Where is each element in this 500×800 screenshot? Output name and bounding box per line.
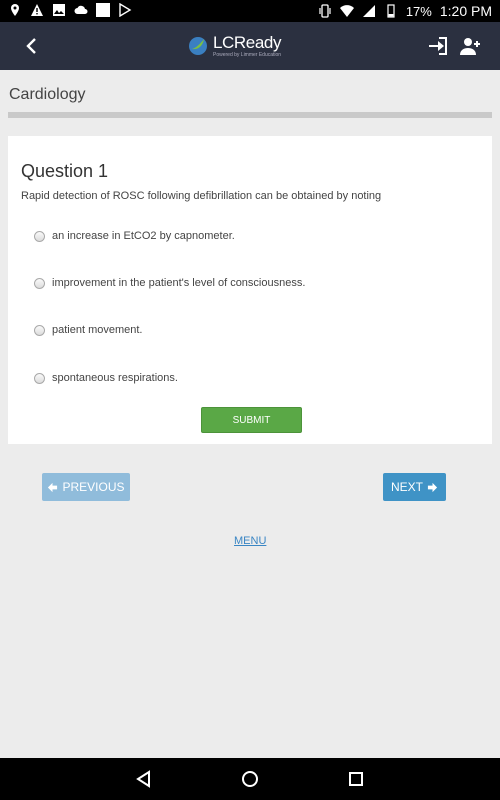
clock: 1:20 PM xyxy=(439,3,492,19)
app-logo: LCReady Powered by Limmer Education xyxy=(188,34,281,58)
next-button[interactable]: NEXT xyxy=(383,473,446,501)
answer-option-2[interactable]: improvement in the patient's level of co… xyxy=(34,277,305,289)
next-label: NEXT xyxy=(390,480,423,494)
cloud-icon xyxy=(74,5,88,14)
question-text: Rapid detection of ROSC following defibr… xyxy=(21,190,382,202)
wifi-icon xyxy=(339,5,354,17)
answer-option-1[interactable]: an increase in EtCO2 by capnometer. xyxy=(34,230,235,242)
nav-home-icon[interactable] xyxy=(241,770,259,788)
image-icon xyxy=(53,4,65,16)
back-arrow-icon[interactable] xyxy=(20,34,44,58)
signal-icon xyxy=(362,5,375,17)
radio-button[interactable] xyxy=(34,324,45,336)
battery-percent: 17% xyxy=(405,3,432,19)
warning-icon xyxy=(31,4,43,16)
menu-link[interactable]: MENU xyxy=(234,535,266,547)
location-pin-icon xyxy=(11,4,19,16)
answer-label: an increase in EtCO2 by capnometer. xyxy=(52,230,235,242)
status-bar: 17% 1:20 PM xyxy=(0,0,500,22)
sign-in-icon[interactable] xyxy=(427,35,449,57)
answer-label: improvement in the patient's level of co… xyxy=(52,277,306,289)
answer-label: patient movement. xyxy=(52,324,143,336)
nav-recents-icon[interactable] xyxy=(347,770,365,788)
previous-label: PREVIOUS xyxy=(62,480,125,494)
leaf-logo-icon xyxy=(189,37,207,55)
radio-button[interactable] xyxy=(34,277,45,289)
previous-button[interactable]: PREVIOUS xyxy=(42,473,130,501)
vibrate-icon xyxy=(319,4,331,18)
answer-option-3[interactable]: patient movement. xyxy=(34,324,143,336)
app-tagline: Powered by Limmer Education xyxy=(213,52,282,58)
question-card: Question 1 Rapid detection of ROSC follo… xyxy=(8,136,492,444)
play-store-icon xyxy=(119,3,132,17)
system-nav-bar xyxy=(0,758,500,800)
arrow-right-icon xyxy=(427,482,438,492)
question-title: Question 1 xyxy=(21,161,109,181)
answer-label: spontaneous respirations. xyxy=(52,372,178,384)
arrow-left-icon xyxy=(48,482,58,492)
page-title: Cardiology xyxy=(9,86,86,103)
app-bar: LCReady Powered by Limmer Education xyxy=(0,22,500,70)
answer-option-4[interactable]: spontaneous respirations. xyxy=(34,372,178,384)
radio-button[interactable] xyxy=(34,230,45,242)
add-user-icon[interactable] xyxy=(459,35,481,57)
submit-button[interactable]: SUBMIT xyxy=(201,407,302,433)
battery-icon xyxy=(387,4,395,18)
app-name: LCReady xyxy=(213,33,282,52)
nav-back-icon[interactable] xyxy=(135,770,153,788)
radio-button[interactable] xyxy=(34,372,45,384)
progress-divider xyxy=(8,112,492,118)
square-notification-icon xyxy=(96,3,110,17)
